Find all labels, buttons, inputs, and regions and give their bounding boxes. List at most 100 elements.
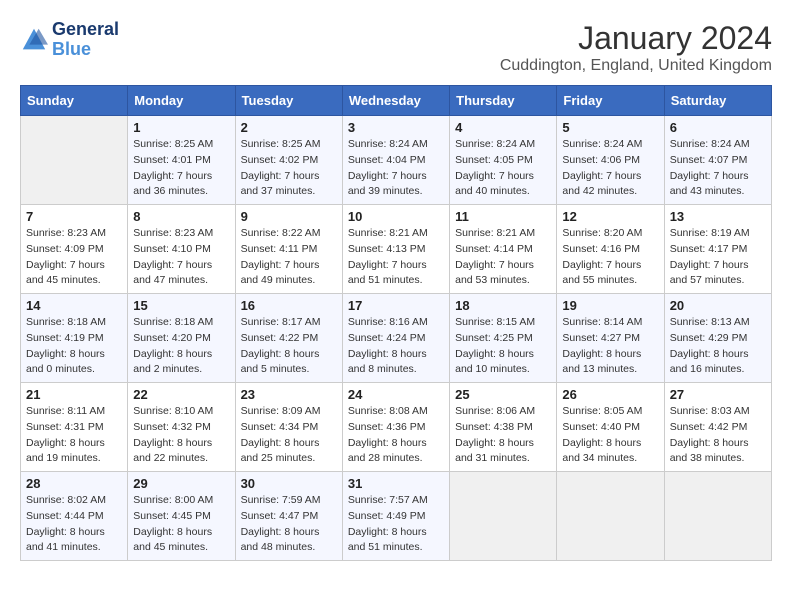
calendar-cell: 1Sunrise: 8:25 AMSunset: 4:01 PMDaylight… <box>128 116 235 205</box>
calendar-cell <box>557 472 664 561</box>
day-number: 2 <box>241 120 337 135</box>
day-header-saturday: Saturday <box>664 86 771 116</box>
day-info: Sunrise: 8:24 AMSunset: 4:06 PMDaylight:… <box>562 137 658 200</box>
month-title: January 2024 <box>500 20 772 57</box>
day-number: 9 <box>241 209 337 224</box>
logo: General Blue <box>20 20 119 60</box>
calendar-cell: 22 Sunrise: 8:10 AMSunset: 4:32 PMDayligh… <box>128 383 235 472</box>
location-subtitle: Cuddington, England, United Kingdom <box>500 57 772 75</box>
day-number: 15 <box>133 298 229 313</box>
day-number: 16 <box>241 298 337 313</box>
day-info: Sunrise: 7:59 AMSunset: 4:47 PMDaylight:… <box>241 493 337 556</box>
calendar-week-5: 28Sunrise: 8:02 AMSunset: 4:44 PMDayligh… <box>21 472 772 561</box>
day-header-wednesday: Wednesday <box>342 86 449 116</box>
calendar-cell: 27 Sunrise: 8:03 AMSunset: 4:42 PMDayligh… <box>664 383 771 472</box>
calendar-cell: 28Sunrise: 8:02 AMSunset: 4:44 PMDayligh… <box>21 472 128 561</box>
page-header: General Blue January 2024 Cuddington, En… <box>20 20 772 75</box>
title-block: January 2024 Cuddington, England, United… <box>500 20 772 75</box>
day-info: Sunrise: 8:09 AMSunset: 4:34 PMDaylight:… <box>241 404 337 467</box>
day-number: 8 <box>133 209 229 224</box>
day-number: 17 <box>348 298 444 313</box>
day-info: Sunrise: 8:21 AMSunset: 4:14 PMDaylight:… <box>455 226 551 289</box>
calendar-cell: 2 Sunrise: 8:25 AMSunset: 4:02 PMDaylight… <box>235 116 342 205</box>
calendar-cell: 24 Sunrise: 8:08 AMSunset: 4:36 PMDayligh… <box>342 383 449 472</box>
day-info: Sunrise: 8:00 AMSunset: 4:45 PMDaylight:… <box>133 493 229 556</box>
day-number: 26 <box>562 387 658 402</box>
day-number: 24 <box>348 387 444 402</box>
day-info: Sunrise: 8:15 AMSunset: 4:25 PMDaylight:… <box>455 315 551 378</box>
day-number: 3 <box>348 120 444 135</box>
day-number: 29 <box>133 476 229 491</box>
day-number: 22 <box>133 387 229 402</box>
logo-text-blue: Blue <box>52 39 91 59</box>
calendar-cell: 31Sunrise: 7:57 AMSunset: 4:49 PMDayligh… <box>342 472 449 561</box>
day-number: 25 <box>455 387 551 402</box>
calendar-cell: 26 Sunrise: 8:05 AMSunset: 4:40 PMDayligh… <box>557 383 664 472</box>
day-number: 30 <box>241 476 337 491</box>
calendar-cell: 4 Sunrise: 8:24 AMSunset: 4:05 PMDaylight… <box>450 116 557 205</box>
day-info: Sunrise: 8:03 AMSunset: 4:42 PMDaylight:… <box>670 404 766 467</box>
calendar-cell: 19 Sunrise: 8:14 AMSunset: 4:27 PMDayligh… <box>557 294 664 383</box>
day-info: Sunrise: 8:25 AMSunset: 4:02 PMDaylight:… <box>241 137 337 200</box>
day-info: Sunrise: 8:13 AMSunset: 4:29 PMDaylight:… <box>670 315 766 378</box>
calendar-table: SundayMondayTuesdayWednesdayThursdayFrid… <box>20 85 772 561</box>
day-info: Sunrise: 8:24 AMSunset: 4:04 PMDaylight:… <box>348 137 444 200</box>
calendar-cell: 9Sunrise: 8:22 AMSunset: 4:11 PMDaylight… <box>235 205 342 294</box>
day-info: Sunrise: 8:05 AMSunset: 4:40 PMDaylight:… <box>562 404 658 467</box>
logo-icon <box>20 26 48 54</box>
day-number: 4 <box>455 120 551 135</box>
calendar-cell: 5 Sunrise: 8:24 AMSunset: 4:06 PMDaylight… <box>557 116 664 205</box>
day-number: 27 <box>670 387 766 402</box>
calendar-week-4: 21 Sunrise: 8:11 AMSunset: 4:31 PMDayligh… <box>21 383 772 472</box>
day-number: 19 <box>562 298 658 313</box>
day-info: Sunrise: 8:08 AMSunset: 4:36 PMDaylight:… <box>348 404 444 467</box>
day-number: 6 <box>670 120 766 135</box>
day-info: Sunrise: 8:24 AMSunset: 4:07 PMDaylight:… <box>670 137 766 200</box>
calendar-header-row: SundayMondayTuesdayWednesdayThursdayFrid… <box>21 86 772 116</box>
calendar-cell: 16 Sunrise: 8:17 AMSunset: 4:22 PMDayligh… <box>235 294 342 383</box>
calendar-cell: 29 Sunrise: 8:00 AMSunset: 4:45 PMDayligh… <box>128 472 235 561</box>
day-header-monday: Monday <box>128 86 235 116</box>
calendar-cell <box>21 116 128 205</box>
logo-text-general: General <box>52 19 119 39</box>
day-number: 21 <box>26 387 122 402</box>
day-info: Sunrise: 8:06 AMSunset: 4:38 PMDaylight:… <box>455 404 551 467</box>
day-info: Sunrise: 8:24 AMSunset: 4:05 PMDaylight:… <box>455 137 551 200</box>
calendar-cell: 11 Sunrise: 8:21 AMSunset: 4:14 PMDayligh… <box>450 205 557 294</box>
calendar-cell <box>664 472 771 561</box>
calendar-cell: 30 Sunrise: 7:59 AMSunset: 4:47 PMDayligh… <box>235 472 342 561</box>
day-info: Sunrise: 8:11 AMSunset: 4:31 PMDaylight:… <box>26 404 122 467</box>
day-info: Sunrise: 8:19 AMSunset: 4:17 PMDaylight:… <box>670 226 766 289</box>
calendar-cell <box>450 472 557 561</box>
day-number: 18 <box>455 298 551 313</box>
day-info: Sunrise: 8:02 AMSunset: 4:44 PMDaylight:… <box>26 493 122 556</box>
day-info: Sunrise: 8:23 AMSunset: 4:09 PMDaylight:… <box>26 226 122 289</box>
day-number: 5 <box>562 120 658 135</box>
day-number: 12 <box>562 209 658 224</box>
calendar-cell: 25 Sunrise: 8:06 AMSunset: 4:38 PMDayligh… <box>450 383 557 472</box>
day-info: Sunrise: 8:14 AMSunset: 4:27 PMDaylight:… <box>562 315 658 378</box>
calendar-cell: 18 Sunrise: 8:15 AMSunset: 4:25 PMDayligh… <box>450 294 557 383</box>
calendar-cell: 21 Sunrise: 8:11 AMSunset: 4:31 PMDayligh… <box>21 383 128 472</box>
day-info: Sunrise: 8:21 AMSunset: 4:13 PMDaylight:… <box>348 226 444 289</box>
day-number: 23 <box>241 387 337 402</box>
day-header-sunday: Sunday <box>21 86 128 116</box>
day-number: 13 <box>670 209 766 224</box>
day-info: Sunrise: 8:18 AMSunset: 4:19 PMDaylight:… <box>26 315 122 378</box>
day-info: Sunrise: 8:25 AMSunset: 4:01 PMDaylight:… <box>133 137 229 200</box>
day-number: 11 <box>455 209 551 224</box>
day-info: Sunrise: 8:16 AMSunset: 4:24 PMDaylight:… <box>348 315 444 378</box>
day-info: Sunrise: 7:57 AMSunset: 4:49 PMDaylight:… <box>348 493 444 556</box>
day-number: 20 <box>670 298 766 313</box>
day-number: 14 <box>26 298 122 313</box>
day-number: 10 <box>348 209 444 224</box>
day-info: Sunrise: 8:20 AMSunset: 4:16 PMDaylight:… <box>562 226 658 289</box>
day-header-friday: Friday <box>557 86 664 116</box>
calendar-cell: 12 Sunrise: 8:20 AMSunset: 4:16 PMDayligh… <box>557 205 664 294</box>
day-info: Sunrise: 8:17 AMSunset: 4:22 PMDaylight:… <box>241 315 337 378</box>
day-info: Sunrise: 8:10 AMSunset: 4:32 PMDaylight:… <box>133 404 229 467</box>
day-number: 7 <box>26 209 122 224</box>
calendar-cell: 20 Sunrise: 8:13 AMSunset: 4:29 PMDayligh… <box>664 294 771 383</box>
calendar-cell: 6 Sunrise: 8:24 AMSunset: 4:07 PMDaylight… <box>664 116 771 205</box>
calendar-cell: 10 Sunrise: 8:21 AMSunset: 4:13 PMDayligh… <box>342 205 449 294</box>
